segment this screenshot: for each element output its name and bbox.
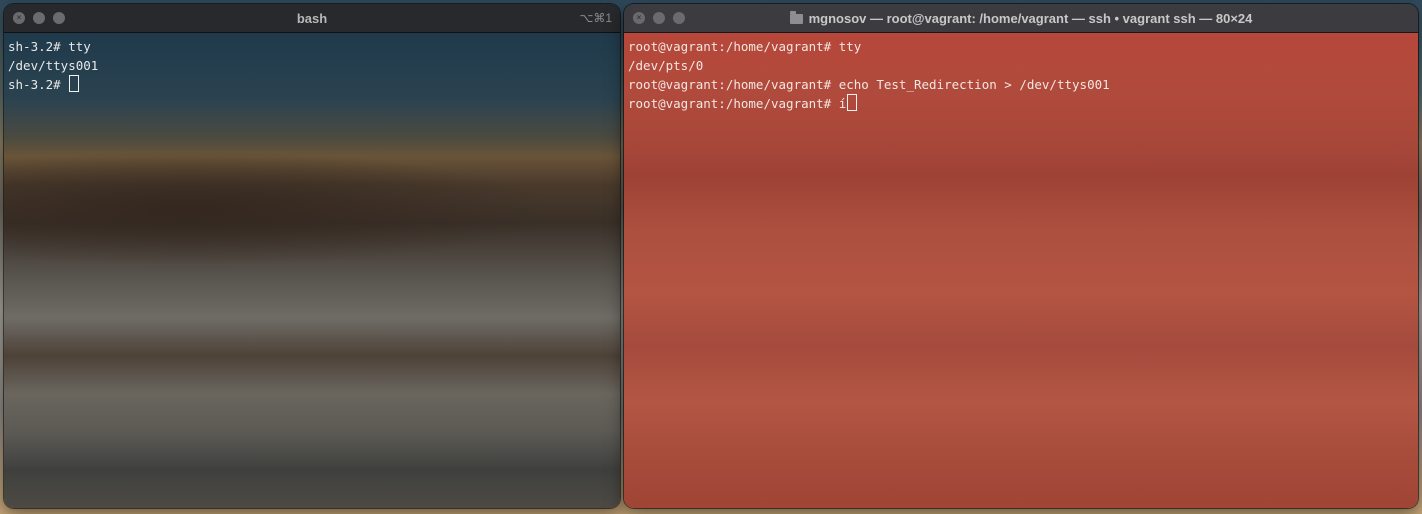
terminal-line: /dev/ttys001 <box>8 58 99 73</box>
minimize-icon[interactable] <box>653 12 665 24</box>
terminal-line: /dev/pts/0 <box>628 58 704 73</box>
terminal-output[interactable]: root@vagrant:/home/vagrant# tty/dev/pts/… <box>624 33 1418 508</box>
text-cursor <box>847 94 858 111</box>
zoom-icon[interactable] <box>673 12 685 24</box>
window-controls: × <box>13 12 65 24</box>
window-title: mgnosov — root@vagrant: /home/vagrant — … <box>808 10 1253 26</box>
window-controls: × <box>633 12 685 24</box>
window-title: bash <box>296 10 328 26</box>
desktop: × bash ⌥⌘1 sh-3.2# tty/dev/ttys001 sh-3.2… <box>0 0 1422 514</box>
title-bar[interactable]: × mgnosov — root@vagrant: /home/vagrant … <box>624 4 1418 33</box>
bash-terminal-window[interactable]: × bash ⌥⌘1 sh-3.2# tty/dev/ttys001 sh-3.2… <box>4 4 620 508</box>
terminal-prompt-line: root@vagrant:/home/vagrant# í <box>628 94 1414 113</box>
close-icon[interactable]: × <box>13 12 25 24</box>
terminal-prompt-line: sh-3.2# <box>8 75 616 94</box>
text-cursor <box>69 75 80 92</box>
close-icon[interactable]: × <box>633 12 645 24</box>
zoom-icon[interactable] <box>53 12 65 24</box>
ssh-terminal-window[interactable]: × mgnosov — root@vagrant: /home/vagrant … <box>624 4 1418 508</box>
window-shortcut: ⌥⌘1 <box>579 11 612 25</box>
terminal-line: root@vagrant:/home/vagrant# echo Test_Re… <box>628 77 1110 92</box>
terminal-output[interactable]: sh-3.2# tty/dev/ttys001 sh-3.2# <box>4 33 620 508</box>
minimize-icon[interactable] <box>33 12 45 24</box>
terminal-line: sh-3.2# tty <box>8 39 91 54</box>
title-bar[interactable]: × bash ⌥⌘1 <box>4 4 620 33</box>
folder-icon <box>789 11 803 24</box>
terminal-prompt: sh-3.2# <box>8 77 69 92</box>
terminal-prompt: root@vagrant:/home/vagrant# í <box>628 96 847 111</box>
terminal-line: root@vagrant:/home/vagrant# tty <box>628 39 862 54</box>
